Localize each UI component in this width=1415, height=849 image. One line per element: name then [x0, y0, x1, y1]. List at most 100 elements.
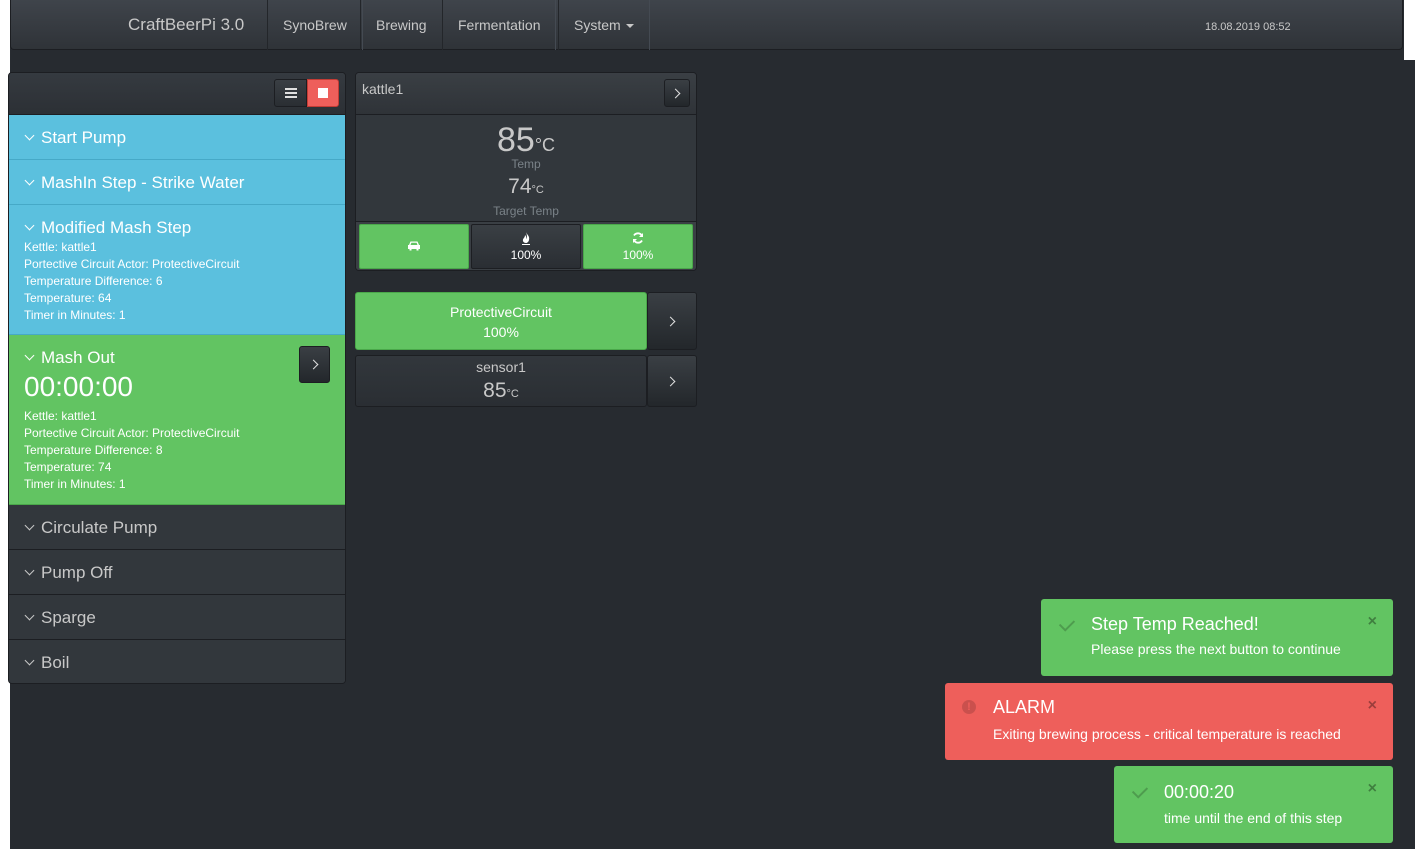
detail-temperature: Temperature: 64 — [24, 291, 112, 305]
target-temp: 74°C — [356, 175, 696, 199]
agitator-actor-button[interactable] — [359, 224, 469, 269]
notification-message: Please press the next button to continue — [1091, 641, 1341, 657]
protective-circuit-open-button[interactable] — [647, 292, 697, 350]
close-icon[interactable]: × — [1368, 697, 1377, 715]
actor-value: 100% — [622, 247, 654, 262]
kettle-readout: 85°C Temp 74°C Target Temp — [356, 115, 696, 221]
caret-down-icon — [625, 24, 634, 29]
detail-temperature: Temperature: 74 — [24, 460, 112, 474]
nav-system-label: System — [574, 17, 621, 33]
notification-title: Step Temp Reached! — [1091, 614, 1259, 634]
chevron-down-icon — [24, 350, 35, 360]
sensor-value: 85 — [483, 379, 507, 402]
next-step-button[interactable] — [299, 346, 330, 383]
temp-unit: °C — [534, 135, 556, 155]
sensor-reading: 85°C — [356, 379, 646, 403]
step-boil[interactable]: Boil — [9, 640, 345, 683]
step-timer: 00:00:00 — [24, 371, 133, 402]
step-title: Sparge — [41, 608, 96, 627]
alert-icon: ! — [962, 700, 976, 714]
chevron-down-icon — [24, 565, 35, 575]
detail-timer: Timer in Minutes: 1 — [24, 477, 126, 491]
sensor-unit: °C — [506, 388, 519, 400]
actor-value: 100% — [483, 324, 519, 340]
target-temp-label: Target Temp — [493, 204, 559, 218]
chevron-right-icon — [308, 359, 318, 370]
step-title: Start Pump — [41, 128, 127, 147]
chevron-right-icon — [670, 88, 681, 98]
chevron-down-icon — [24, 175, 35, 185]
nav-synobrew[interactable]: SynoBrew — [267, 0, 363, 50]
step-modified-mash[interactable]: Modified Mash Step Kettle: kattle1 Porte… — [9, 205, 345, 335]
sensor-open-button[interactable] — [647, 355, 697, 407]
kettle-panel: kattle1 85°C Temp 74°C Target Temp 100% … — [355, 72, 697, 271]
notification-message: Exiting brewing process - critical tempe… — [993, 726, 1341, 742]
notification-title: 00:00:20 — [1164, 782, 1235, 802]
step-circulate-pump[interactable]: Circulate Pump — [9, 505, 345, 550]
notification-title: ALARM — [993, 697, 1056, 717]
protective-circuit-button[interactable]: ProtectiveCircuit 100% — [355, 292, 647, 350]
detail-actor: Portective Circuit Actor: ProtectiveCirc… — [24, 257, 240, 271]
check-icon — [1058, 615, 1076, 632]
chevron-down-icon — [24, 220, 35, 230]
notification-timer: 00:00:20 time until the end of this step… — [1114, 766, 1393, 843]
detail-kettle: Kettle: kattle1 — [24, 409, 97, 423]
steps-panel-header — [9, 73, 345, 115]
notification-message: time until the end of this step — [1164, 810, 1343, 826]
nav-brewing[interactable]: Brewing — [360, 0, 443, 50]
notification-alarm: ! ALARM Exiting brewing process - critic… — [945, 683, 1393, 760]
step-title: MashIn Step - Strike Water — [41, 173, 245, 192]
step-pump-off[interactable]: Pump Off — [9, 550, 345, 595]
chevron-right-icon — [665, 376, 676, 386]
step-title: Pump Off — [41, 563, 113, 582]
detail-temp-diff: Temperature Difference: 8 — [24, 443, 163, 457]
step-mash-out[interactable]: Mash Out 00:00:00 Kettle: kattle1 Portec… — [9, 335, 345, 505]
list-button[interactable] — [274, 79, 307, 107]
refresh-icon — [632, 231, 644, 248]
list-icon — [284, 88, 297, 98]
chevron-down-icon — [24, 130, 35, 140]
step-details: Kettle: kattle1 Portective Circuit Actor… — [24, 239, 330, 324]
stop-button[interactable] — [307, 79, 339, 107]
chevron-down-icon — [24, 520, 35, 530]
brew-steps-panel: Start Pump MashIn Step - Strike Water Mo… — [8, 72, 346, 684]
nav-system[interactable]: System — [558, 0, 650, 50]
steps-toolbar — [274, 79, 339, 107]
fire-icon — [521, 231, 531, 248]
notification-step-temp: Step Temp Reached! Please press the next… — [1041, 599, 1393, 676]
top-navbar: CraftBeerPi 3.0 SynoBrew Brewing Ferment… — [10, 0, 1403, 50]
chevron-down-icon — [24, 610, 35, 620]
target-temp-value: 74 — [508, 175, 532, 198]
temp-label: Temp — [511, 157, 541, 171]
detail-actor: Portective Circuit Actor: ProtectiveCirc… — [24, 426, 240, 440]
close-icon[interactable]: × — [1368, 780, 1377, 798]
kettle-open-button[interactable] — [664, 79, 690, 107]
sensor-tile: sensor1 85°C — [355, 355, 647, 407]
chevron-right-icon — [665, 316, 676, 326]
pump-actor-button[interactable]: 100% — [583, 224, 693, 269]
step-mashin[interactable]: MashIn Step - Strike Water — [9, 160, 345, 205]
actor-value: 100% — [510, 247, 542, 262]
heater-actor-button[interactable]: 100% — [471, 224, 581, 269]
step-title: Circulate Pump — [41, 518, 158, 537]
current-temp: 85°C — [356, 121, 696, 160]
step-sparge[interactable]: Sparge — [9, 595, 345, 640]
datetime: 18.08.2019 08:52 — [1205, 21, 1291, 33]
close-icon[interactable]: × — [1368, 613, 1377, 631]
step-title: Boil — [41, 653, 70, 672]
check-icon — [1131, 782, 1149, 799]
target-temp-unit: °C — [531, 184, 544, 196]
kettle-header: kattle1 — [356, 73, 696, 115]
kettle-name: kattle1 — [362, 81, 404, 97]
step-start-pump[interactable]: Start Pump — [9, 115, 345, 160]
brand-title[interactable]: CraftBeerPi 3.0 — [128, 0, 244, 50]
stop-icon — [318, 88, 328, 98]
actor-name: ProtectiveCircuit — [450, 304, 552, 320]
chevron-down-icon — [24, 655, 35, 665]
step-details: Kettle: kattle1 Portective Circuit Actor… — [24, 408, 330, 493]
sensor-name: sensor1 — [476, 359, 526, 375]
page-edge-right — [1404, 0, 1415, 60]
kettle-actors: 100% 100% — [356, 221, 696, 270]
detail-temp-diff: Temperature Difference: 6 — [24, 274, 163, 288]
nav-fermentation[interactable]: Fermentation — [442, 0, 557, 50]
